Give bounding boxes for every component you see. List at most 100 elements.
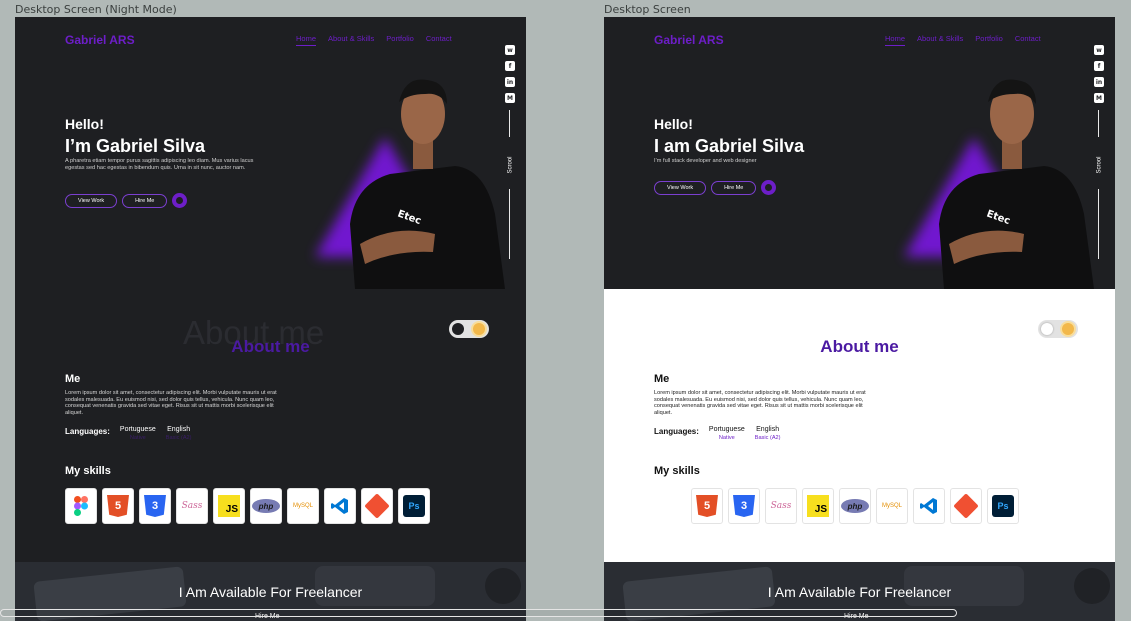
view-work-button[interactable]: View Work <box>654 180 707 195</box>
languages-label: Languages: <box>654 427 699 436</box>
language-level: Native <box>129 435 146 441</box>
skill-card <box>950 488 982 524</box>
hero-greeting: Hello! <box>654 116 693 132</box>
skill-card: Sass <box>765 488 797 524</box>
language-level: Native <box>718 435 735 441</box>
languages: Languages: Portuguese Native English Bas… <box>654 426 781 441</box>
me-text: Lorem ipsum dolor sit amet, consectetur … <box>654 390 866 416</box>
nav-contact[interactable]: Contact <box>1015 34 1041 43</box>
language-item: Portuguese Native <box>120 426 156 441</box>
sun-icon <box>1062 323 1074 335</box>
frame-label-night: Desktop Screen (Night Mode) <box>15 3 177 16</box>
github-icon[interactable] <box>172 193 188 208</box>
hero-section: Gabriel ARS Home About & Skills Portfoli… <box>604 17 1115 289</box>
brand-logo[interactable]: Gabriel ARS <box>65 33 135 47</box>
github-icon[interactable] <box>761 180 777 195</box>
skill-card: php <box>839 488 871 524</box>
about-title: About me <box>820 337 899 356</box>
language-name: Portuguese <box>708 426 745 433</box>
sun-icon <box>473 323 485 335</box>
language-level: Basic (A2) <box>754 435 781 441</box>
hire-me-button[interactable]: Hire Me <box>122 193 168 208</box>
skills-heading: My skills <box>65 465 111 477</box>
hire-me-button[interactable]: Hire Me <box>711 180 757 195</box>
skill-card: Sass <box>176 488 208 524</box>
me-text: Lorem ipsum dolor sit amet, consectetur … <box>65 390 277 416</box>
freelancer-title: I Am Available For Freelancer <box>178 584 363 600</box>
skill-card: 5 <box>691 488 723 524</box>
facebook-icon[interactable]: f <box>1094 61 1104 71</box>
skill-card: 5 <box>102 488 134 524</box>
skill-card <box>361 488 393 524</box>
nav-about-skills[interactable]: About & Skills <box>917 34 963 43</box>
javascript-icon: JS <box>218 495 240 517</box>
facebook-icon[interactable]: f <box>505 61 515 71</box>
hero-greeting: Hello! <box>65 116 104 132</box>
sass-icon: Sass <box>181 501 203 511</box>
vscode-icon <box>329 495 351 517</box>
language-item: Portuguese Native <box>709 426 745 441</box>
language-name: English <box>167 426 191 433</box>
theme-toggle[interactable] <box>1038 320 1078 338</box>
freelancer-title: I Am Available For Freelancer <box>767 584 952 600</box>
css3-icon: 3 <box>733 495 755 517</box>
html5-icon: 5 <box>107 495 129 517</box>
toggle-knob <box>452 323 464 335</box>
profile-photo: Etec <box>939 79 1094 289</box>
nav-home[interactable]: Home <box>296 34 317 46</box>
skill-card: Ps <box>987 488 1019 524</box>
language-name: Portuguese <box>119 426 156 433</box>
whatsapp-icon[interactable]: w <box>1094 45 1104 55</box>
about-title: About me <box>231 337 310 356</box>
frame-night-mode: Gabriel ARS Home About & Skills Portfoli… <box>15 17 526 621</box>
skills-heading: My skills <box>654 465 700 477</box>
css3-icon: 3 <box>144 495 166 517</box>
brand-logo[interactable]: Gabriel ARS <box>654 33 724 47</box>
me-heading: Me <box>65 373 81 385</box>
skill-card: JS <box>802 488 834 524</box>
hero-section: Gabriel ARS Home About & Skills Portfoli… <box>15 17 526 289</box>
language-item: English Basic (A2) <box>755 426 781 441</box>
nav-home[interactable]: Home <box>885 34 906 46</box>
me-heading: Me <box>654 373 670 385</box>
horizontal-scrollbar[interactable] <box>0 609 957 617</box>
git-icon <box>364 493 390 519</box>
main-nav: Home About & Skills Portfolio Contact <box>296 34 452 46</box>
languages-label: Languages: <box>65 427 110 436</box>
nav-about-skills[interactable]: About & Skills <box>328 34 374 43</box>
frame-label-day: Desktop Screen <box>604 3 691 16</box>
skill-card: JS <box>213 488 245 524</box>
skills-grid: 5 3 Sass JS php MySQL Ps <box>691 488 1019 524</box>
skills-grid: 5 3 Sass JS php MySQL Ps <box>65 488 430 524</box>
main-nav: Home About & Skills Portfolio Contact <box>885 34 1041 46</box>
language-level: Basic (A2) <box>165 435 192 441</box>
skill-card <box>65 488 97 524</box>
skill-card: Ps <box>398 488 430 524</box>
hero-name: I am Gabriel Silva <box>654 136 805 156</box>
theme-toggle[interactable] <box>449 320 489 338</box>
nav-portfolio[interactable]: Portfolio <box>975 34 1003 43</box>
nav-contact[interactable]: Contact <box>426 34 452 43</box>
profile-photo: Etec <box>350 79 505 289</box>
mysql-icon: MySQL <box>881 503 902 509</box>
figma-icon <box>70 495 92 517</box>
skill-card <box>324 488 356 524</box>
hero-actions: View Work Hire Me <box>65 193 188 208</box>
nav-portfolio[interactable]: Portfolio <box>386 34 414 43</box>
skill-card: MySQL <box>876 488 908 524</box>
language-name: English <box>756 426 780 433</box>
php-icon: php <box>252 499 280 513</box>
skill-card <box>913 488 945 524</box>
mysql-icon: MySQL <box>292 503 313 509</box>
view-work-button[interactable]: View Work <box>65 193 118 208</box>
skill-card: 3 <box>139 488 171 524</box>
toggle-knob <box>1041 323 1053 335</box>
php-icon: php <box>841 499 869 513</box>
sass-icon: Sass <box>770 501 792 511</box>
hero-description: A pharetra etiam tempor purus sagittis a… <box>65 158 254 171</box>
vscode-icon <box>918 495 940 517</box>
hero-description: I’m full stack developer and web designe… <box>654 158 757 164</box>
whatsapp-icon[interactable]: w <box>505 45 515 55</box>
skill-card: php <box>250 488 282 524</box>
photoshop-icon: Ps <box>403 495 425 517</box>
